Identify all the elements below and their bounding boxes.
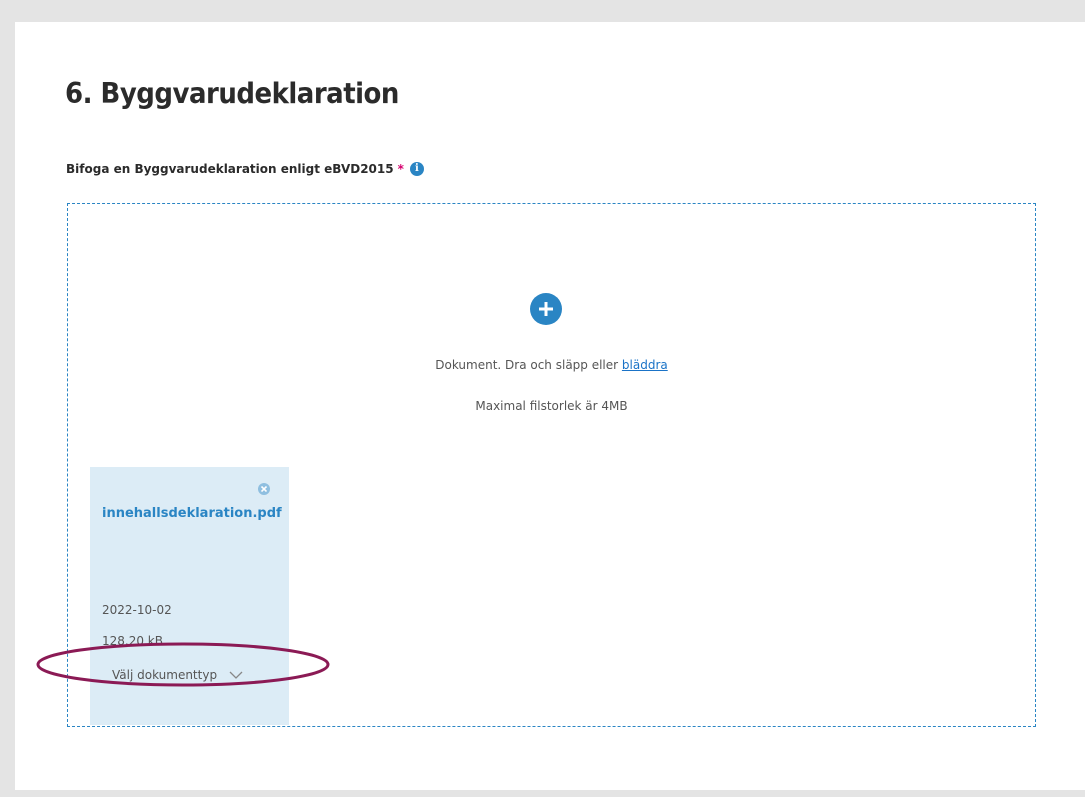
plus-circle-icon[interactable]	[530, 293, 562, 325]
document-type-placeholder: Välj dokumenttyp	[112, 668, 218, 682]
browse-link[interactable]: bläddra	[622, 358, 668, 372]
file-name[interactable]: innehallsdeklaration.pdf	[102, 505, 282, 523]
close-icon	[261, 486, 267, 492]
section-title: 6. Byggvarudeklaration	[65, 78, 399, 111]
document-type-select[interactable]: Välj dokumenttyp	[112, 668, 243, 682]
page-card: 6. Byggvarudeklaration Bifoga en Byggvar…	[15, 22, 1085, 790]
file-size: 128.20 kB	[102, 634, 163, 648]
file-date: 2022-10-02	[102, 603, 172, 617]
required-marker: *	[397, 162, 404, 176]
file-dropzone[interactable]: Dokument. Dra och släpp eller bläddra Ma…	[67, 203, 1036, 727]
uploaded-file-card: innehallsdeklaration.pdf 2022-10-02 128.…	[90, 467, 289, 725]
dropzone-instruction-text: Dokument. Dra och släpp eller	[435, 358, 622, 372]
field-label-text: Bifoga en Byggvarudeklaration enligt eBV…	[66, 162, 394, 176]
field-label: Bifoga en Byggvarudeklaration enligt eBV…	[66, 162, 424, 176]
chevron-down-icon	[229, 671, 243, 679]
max-file-size-text: Maximal filstorlek är 4MB	[475, 399, 628, 413]
dropzone-instruction: Dokument. Dra och släpp eller bläddra	[68, 358, 1035, 372]
info-icon[interactable]: i	[409, 162, 424, 176]
remove-file-button[interactable]	[258, 483, 270, 495]
